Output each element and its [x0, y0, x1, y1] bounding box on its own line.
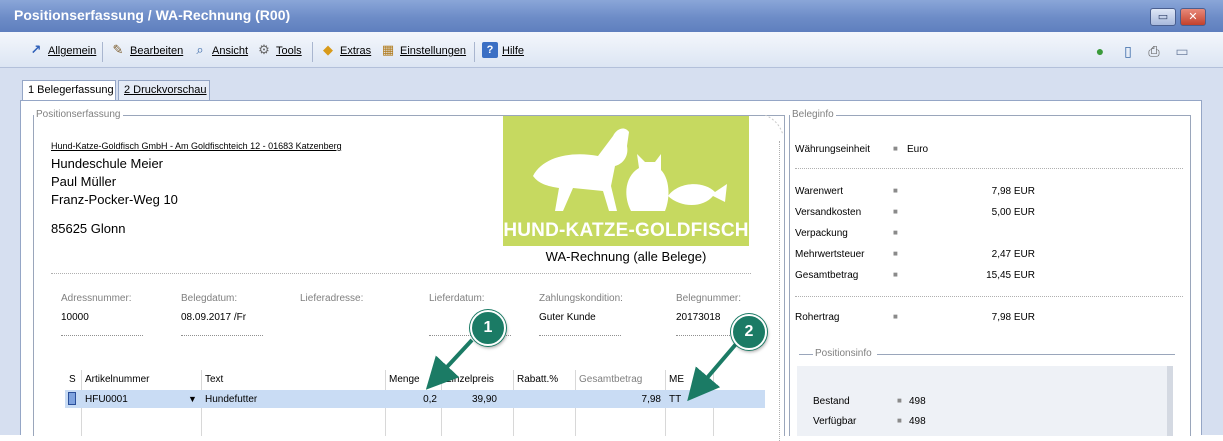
callout-arrow-1	[425, 338, 474, 390]
callout-arrows	[425, 338, 738, 402]
callout-badge-1: 1	[470, 310, 506, 346]
application-window: Positionserfassung / WA-Rechnung (R00) ▭…	[0, 0, 1223, 441]
callout-badge-2: 2	[731, 314, 767, 350]
callout-arrow-2	[687, 342, 738, 402]
